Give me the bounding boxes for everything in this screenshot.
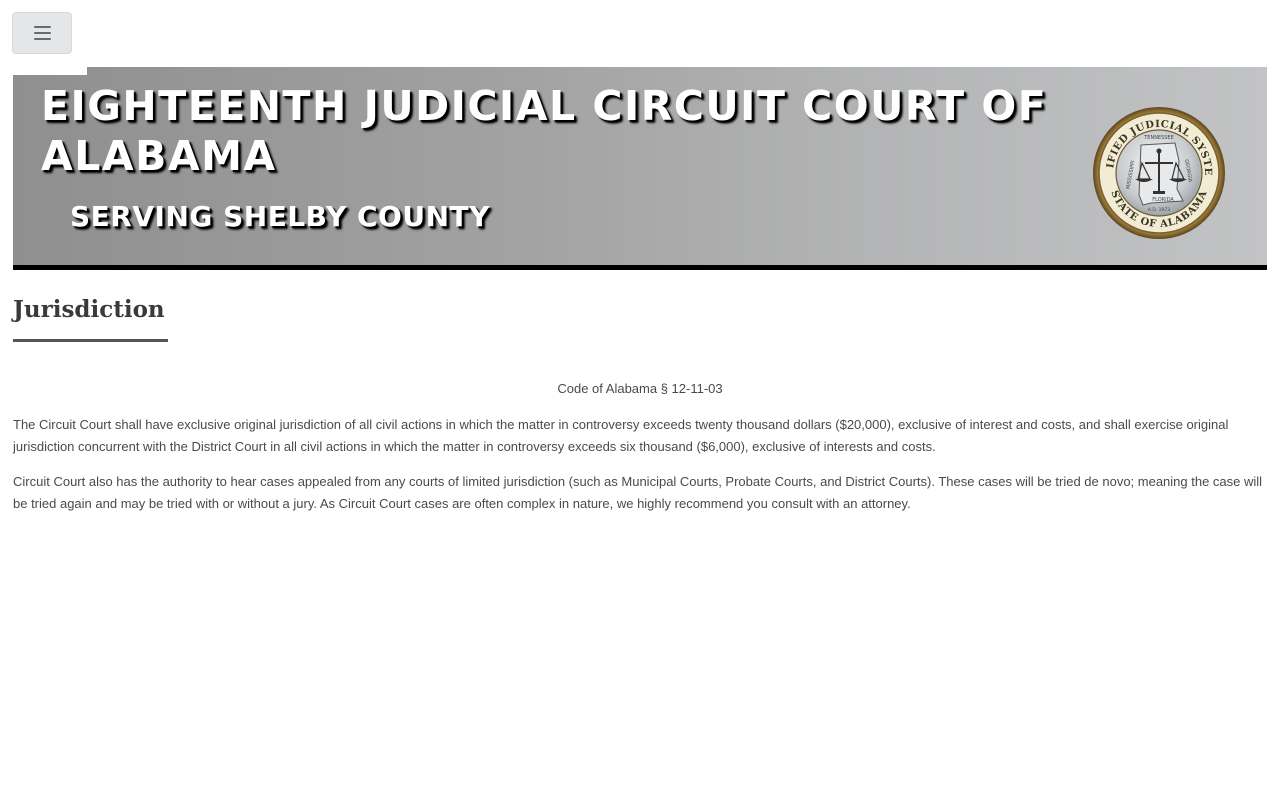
- site-subtitle: SERVING SHELBY COUNTY: [70, 200, 490, 233]
- state-seal-logo: UNIFIED JUDICIAL SYSTEM STATE OF ALABAMA…: [1091, 105, 1225, 239]
- menu-toggle-button[interactable]: [12, 12, 72, 54]
- heading-underline: [13, 339, 168, 342]
- site-title: EIGHTEENTH JUDICIAL CIRCUIT COURT OF ALA…: [41, 82, 1048, 180]
- seal-north-text: TENNESSEE: [1143, 135, 1174, 141]
- hamburger-menu-icon: [33, 26, 51, 40]
- banner-notch: [13, 67, 87, 75]
- seal-south-text: FLORIDA: [1152, 197, 1174, 203]
- page-title: Jurisdiction: [13, 296, 165, 323]
- paragraph-original-jurisdiction: The Circuit Court shall have exclusive o…: [13, 417, 1229, 454]
- statute-citation: Code of Alabama § 12-11-03: [557, 381, 723, 396]
- paragraph-appeals: Circuit Court also has the authority to …: [13, 474, 1263, 511]
- jurisdiction-section: Code of Alabama § 12-11-03 The Circuit C…: [13, 378, 1267, 528]
- seal-date-text: A.D. 1973: [1148, 207, 1170, 213]
- site-banner: EIGHTEENTH JUDICIAL CIRCUIT COURT OF ALA…: [13, 67, 1267, 270]
